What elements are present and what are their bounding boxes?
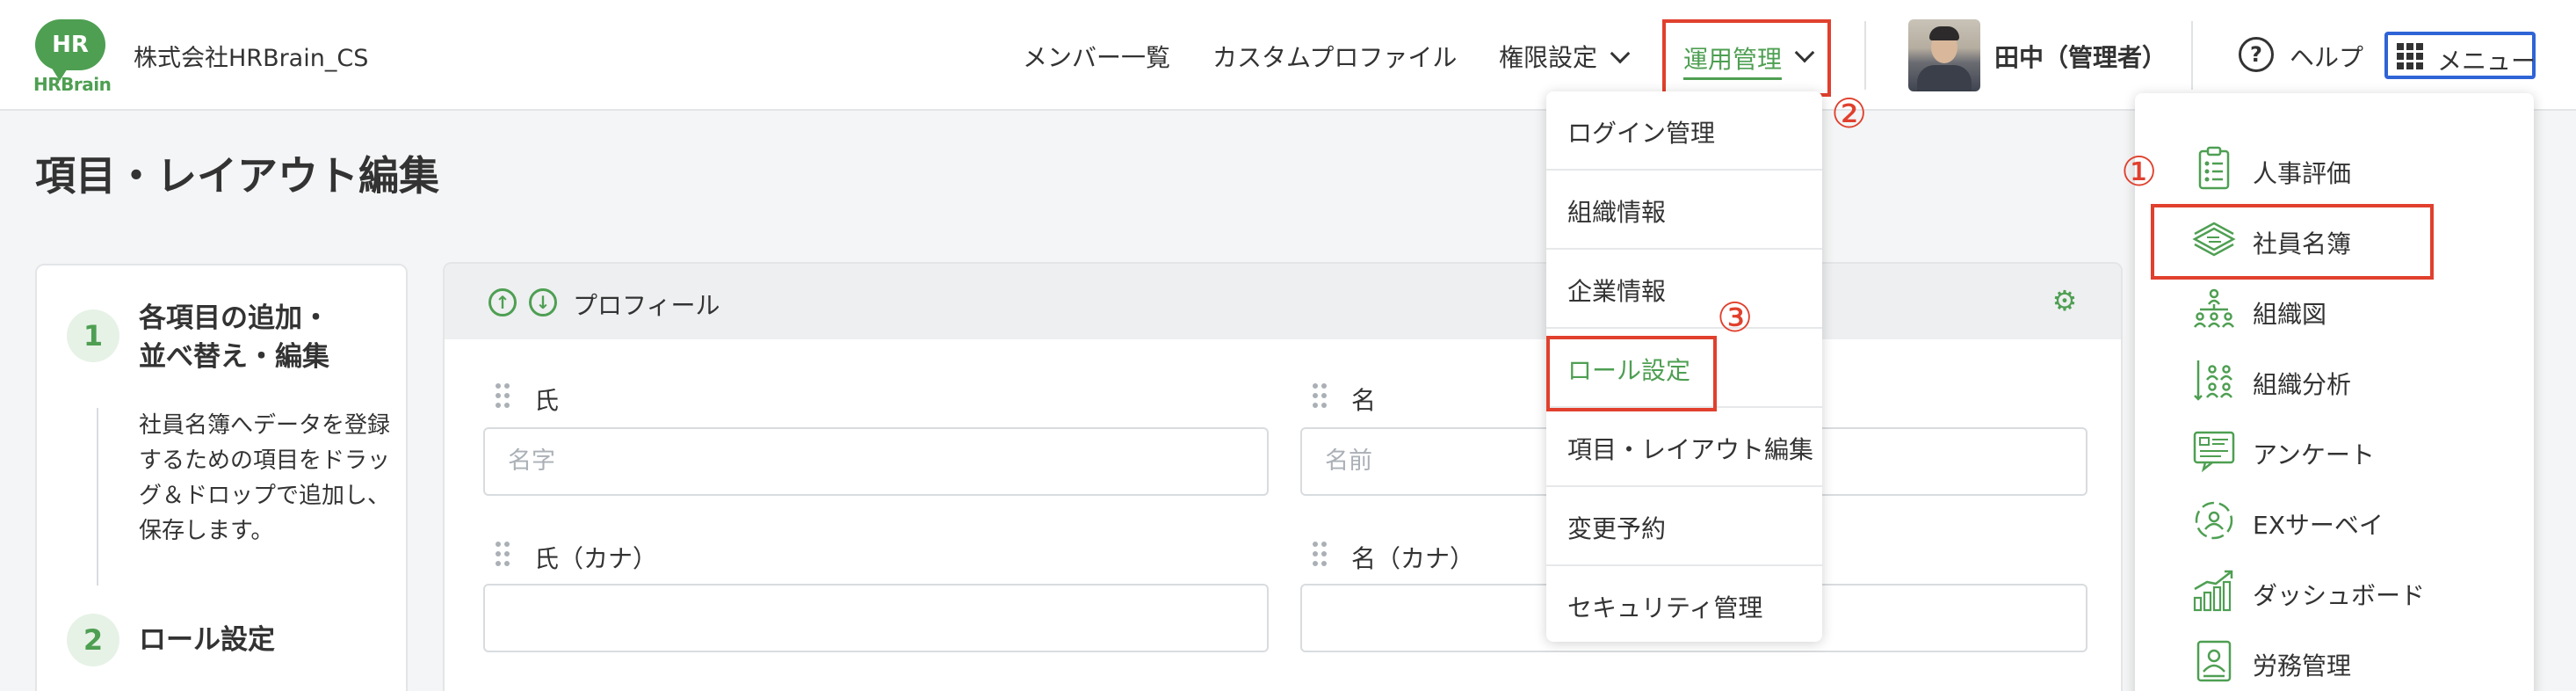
app-menu-label: EXサーベイ <box>2253 511 2384 540</box>
dropdown-item-label: セキュリティ管理 <box>1567 593 1763 622</box>
profile-section-title: プロフィール <box>573 291 720 320</box>
last-name-kana-input[interactable] <box>483 584 1269 652</box>
dropdown-item-scheduled-changes[interactable]: 変更予約 <box>1546 487 1822 566</box>
user-name[interactable]: 田中（管理者） <box>1994 39 2167 74</box>
dropdown-item-label: 変更予約 <box>1567 514 1667 543</box>
help-icon[interactable]: ? <box>2239 37 2274 72</box>
help-link[interactable]: ヘルプ <box>2290 39 2363 74</box>
drag-handle-icon[interactable] <box>1313 542 1327 566</box>
move-up-icon[interactable]: ↑ <box>488 288 517 316</box>
app-menu-item-labor-management[interactable]: 労務管理 <box>2135 628 2534 691</box>
hrbrain-logo[interactable]: HR HRBrain <box>33 19 112 95</box>
dashboard-icon <box>2193 570 2233 612</box>
nav-permissions-label: 権限設定 <box>1499 43 1598 72</box>
drag-handle-icon[interactable] <box>1313 383 1327 408</box>
app-menu-item-ex-survey[interactable]: EXサーベイ <box>2135 487 2534 557</box>
nav-members[interactable]: メンバー一覧 <box>1023 39 1170 74</box>
company-name: 株式会社HRBrain_CS <box>134 45 369 72</box>
step-1-description: 社員名簿へデータを登録するための項目をドラッグ＆ドロップで追加し、保存します。 <box>139 412 391 544</box>
header-divider <box>2191 21 2193 90</box>
field-label-first-name: 名 <box>1351 386 1377 415</box>
nav-members-label: メンバー一覧 <box>1023 43 1171 72</box>
app-menu-label: ダッシュボード <box>2253 581 2426 610</box>
app-menu-label: 労務管理 <box>2253 651 2352 680</box>
step-2-number: 2 <box>67 614 119 666</box>
labor-icon <box>2196 640 2232 682</box>
field-label-last-name-kana: 氏（カナ） <box>534 544 658 573</box>
nav-operations-label: 運用管理 <box>1683 40 1783 80</box>
dropdown-item-layout-edit[interactable]: 項目・レイアウト編集 <box>1546 408 1822 487</box>
menu-button[interactable]: メニュー <box>2384 32 2536 79</box>
profile-section-header: ↑ ↓ プロフィール ⚙ <box>445 264 2121 339</box>
app-menu-item-dashboard[interactable]: ダッシュボード <box>2135 557 2534 628</box>
dropdown-item-label: 項目・レイアウト編集 <box>1567 435 1814 464</box>
dropdown-item-label: ロール設定 <box>1567 356 1691 385</box>
profile-section-card: ↑ ↓ プロフィール ⚙ 氏 名字 名 名前 氏（カナ） 名（カナ） <box>443 262 2123 691</box>
dropdown-item-organization-info[interactable]: 組織情報 <box>1546 171 1822 250</box>
app-menu-item-survey[interactable]: アンケート <box>2135 417 2534 487</box>
steps-panel: 1 各項目の追加・ 並べ替え・編集 社員名簿へデータを登録するための項目をドラッ… <box>35 264 408 691</box>
chevron-down-icon <box>1610 43 1631 64</box>
annotation-step-3: ③ <box>1717 294 1754 341</box>
gear-icon[interactable]: ⚙ <box>2051 287 2079 315</box>
step-1-title-line2: 並べ替え・編集 <box>139 341 329 373</box>
logo-wordmark: HRBrain <box>33 74 112 95</box>
avatar-hair <box>1929 26 1959 40</box>
dropdown-item-role-settings[interactable]: ロール設定 <box>1546 329 1822 411</box>
dropdown-item-label: 組織情報 <box>1567 198 1667 227</box>
app-menu-label: 人事評価 <box>2253 159 2352 188</box>
drag-handle-icon[interactable] <box>496 542 510 566</box>
app-menu-item-org-chart[interactable]: 組織図 <box>2135 276 2534 346</box>
drag-handle-icon[interactable] <box>496 383 510 408</box>
logo-hr-text: HR <box>52 32 89 58</box>
dropdown-item-label: 企業情報 <box>1567 277 1667 306</box>
annotation-step-1: ① <box>2121 148 2158 195</box>
app-menu-item-org-analysis[interactable]: 組織分析 <box>2135 346 2534 417</box>
nav-custom-profile-label: カスタムプロファイル <box>1212 43 1458 72</box>
last-name-input[interactable]: 名字 <box>483 427 1269 496</box>
header-divider <box>1864 21 1866 90</box>
app-menu-item-evaluation[interactable]: 人事評価 <box>2135 135 2534 206</box>
step-1-title-line1: 各項目の追加・ <box>139 302 329 334</box>
dropdown-item-login-management[interactable]: ログイン管理 <box>1546 91 1822 171</box>
dropdown-item-company-info[interactable]: 企業情報 <box>1546 250 1822 329</box>
dropdown-item-security-management[interactable]: セキュリティ管理 <box>1546 566 1822 645</box>
survey-icon <box>2193 431 2235 473</box>
clipboard-icon <box>2198 146 2230 190</box>
step-1-number: 1 <box>67 309 119 362</box>
grid-menu-icon <box>2397 43 2423 69</box>
app-menu-label: アンケート <box>2253 440 2375 469</box>
annotation-step-2: ② <box>1831 90 1868 137</box>
move-down-icon[interactable]: ↓ <box>529 288 557 316</box>
operations-dropdown: ログイン管理 組織情報 企業情報 ロール設定 項目・レイアウト編集 変更予約 セ… <box>1546 91 1822 642</box>
chevron-down-icon <box>1794 42 1815 63</box>
highlight-box <box>2151 204 2434 280</box>
nav-custom-profile[interactable]: カスタムプロファイル <box>1212 39 1457 74</box>
org-analysis-icon <box>2194 360 2232 401</box>
field-label-first-name-kana: 名（カナ） <box>1351 544 1475 573</box>
dropdown-item-label: ログイン管理 <box>1567 119 1716 148</box>
step-2-title: ロール設定 <box>139 624 275 656</box>
page-title: 項目・レイアウト編集 <box>35 152 439 200</box>
field-label-last-name: 氏 <box>534 386 560 415</box>
avatar[interactable] <box>1908 19 1980 91</box>
app-menu-label: 組織図 <box>2253 300 2327 329</box>
ex-survey-icon <box>2195 501 2233 540</box>
nav-operations[interactable]: 運用管理 <box>1662 19 1831 97</box>
app-menu-label: 組織分析 <box>2253 370 2352 399</box>
avatar-suit <box>1917 65 1972 91</box>
org-chart-icon <box>2194 288 2234 328</box>
step-connector <box>97 408 98 586</box>
menu-button-label: メニュー <box>2437 47 2536 76</box>
app-menu-panel: 人事評価 社員名簿 組織図 組織分析 アンケート EXサーベイ ダッシュボード … <box>2135 93 2534 691</box>
nav-permissions[interactable]: 権限設定 <box>1499 39 1631 74</box>
